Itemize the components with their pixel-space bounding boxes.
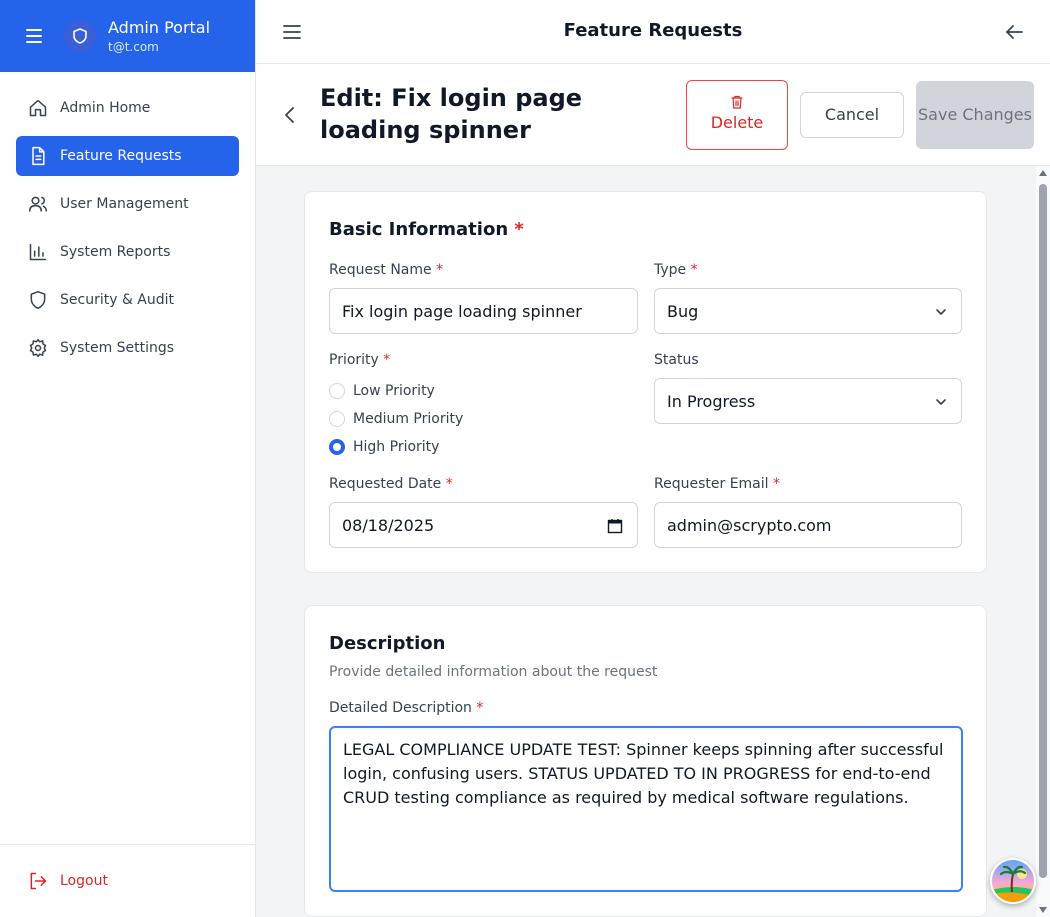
sidebar-item-label: User Management <box>60 196 189 212</box>
status-select[interactable]: In Progress <box>654 378 962 424</box>
chevron-down-icon <box>936 309 946 315</box>
arrow-left-icon[interactable] <box>1004 22 1024 42</box>
sidebar-item-admin-home[interactable]: Admin Home <box>16 88 239 128</box>
sidebar-item-label: Feature Requests <box>60 148 182 164</box>
shield-logo-icon <box>64 20 96 52</box>
page-title: Feature Requests <box>563 20 743 41</box>
scrollbar-thumb[interactable] <box>1039 184 1047 878</box>
type-label: Type * <box>654 262 698 278</box>
sidebar-nav: Admin Home Feature Requests User Managem… <box>0 72 255 392</box>
sidebar-item-system-settings[interactable]: System Settings <box>16 328 239 368</box>
edit-header: Edit: Fix login page loading spinner Del… <box>256 64 1050 166</box>
radio-label: Low Priority <box>353 383 435 399</box>
sidebar-item-label: Security & Audit <box>60 292 175 308</box>
radio-label: High Priority <box>353 439 440 455</box>
home-icon <box>29 99 47 117</box>
priority-label: Priority * <box>329 352 391 368</box>
gear-icon <box>29 338 47 358</box>
status-value: In Progress <box>667 391 756 411</box>
bar-chart-icon <box>29 243 47 261</box>
status-label: Status <box>654 352 699 368</box>
floating-assistant-avatar[interactable] <box>990 858 1036 904</box>
sidebar-header: Admin Portal t@t.com <box>0 0 255 72</box>
sidebar-item-label: System Settings <box>60 340 175 356</box>
detailed-description-label: Detailed Description * <box>329 700 484 716</box>
sidebar-item-security-audit[interactable]: Security & Audit <box>16 280 239 320</box>
type-value: Bug <box>667 301 699 321</box>
delete-button[interactable]: Delete <box>686 80 788 150</box>
scrollbar[interactable] <box>1036 166 1050 917</box>
save-changes-button[interactable]: Save Changes <box>916 81 1034 149</box>
calendar-icon[interactable] <box>607 518 623 534</box>
sidebar-item-user-management[interactable]: User Management <box>16 184 239 224</box>
required-marker: * <box>514 219 524 240</box>
sidebar-item-feature-requests[interactable]: Feature Requests <box>16 136 239 176</box>
basic-information-card: Basic Information * Request Name * Fix l… <box>304 191 987 573</box>
sidebar: Admin Portal t@t.com Admin Home Feature … <box>0 0 256 917</box>
requested-date-value: 08/18/2025 <box>342 515 435 535</box>
document-icon <box>32 146 45 166</box>
radio-circle <box>329 383 345 399</box>
chevron-left-icon[interactable] <box>282 106 298 124</box>
priority-radio-medium[interactable]: Medium Priority <box>329 411 463 427</box>
request-name-label: Request Name * <box>329 262 444 278</box>
chevron-down-icon <box>936 399 946 405</box>
request-name-input[interactable]: Fix login page loading spinner <box>329 288 638 334</box>
description-card: Description Provide detailed information… <box>304 605 987 917</box>
priority-radio-low[interactable]: Low Priority <box>329 383 435 399</box>
type-select[interactable]: Bug <box>654 288 962 334</box>
delete-label: Delete <box>710 113 764 132</box>
logout-icon <box>30 872 47 890</box>
requester-email-label: Requester Email * <box>654 476 780 492</box>
user-email: t@t.com <box>108 40 159 54</box>
app-title: Admin Portal <box>108 18 211 37</box>
scroll-down-arrow[interactable] <box>1039 907 1047 913</box>
users-icon <box>28 196 48 212</box>
form-content: Basic Information * Request Name * Fix l… <box>256 166 1050 917</box>
basic-information-title: Basic Information * <box>329 219 524 240</box>
sidebar-item-system-reports[interactable]: System Reports <box>16 232 239 272</box>
edit-title: Edit: Fix login page loading spinner <box>320 84 583 144</box>
description-title: Description <box>329 633 446 654</box>
radio-circle-selected <box>329 439 345 455</box>
detailed-description-textarea[interactable]: LEGAL COMPLIANCE UPDATE TEST: Spinner ke… <box>329 726 963 892</box>
requested-date-input[interactable]: 08/18/2025 <box>329 502 638 548</box>
description-subtitle: Provide detailed information about the r… <box>329 664 658 680</box>
sidebar-item-label: System Reports <box>60 244 171 260</box>
hamburger-menu-icon[interactable] <box>24 26 44 46</box>
logout-button[interactable]: Logout <box>0 844 255 917</box>
radio-circle <box>329 411 345 427</box>
requested-date-label: Requested Date * <box>329 476 453 492</box>
palm-tree-icon <box>992 865 1034 902</box>
radio-label: Medium Priority <box>353 411 464 427</box>
scroll-up-arrow[interactable] <box>1039 170 1047 176</box>
priority-radio-high[interactable]: High Priority <box>329 439 439 455</box>
sidebar-item-label: Admin Home <box>60 100 151 116</box>
trash-icon <box>731 95 743 109</box>
logout-label: Logout <box>60 873 108 889</box>
topbar: Feature Requests <box>256 0 1050 64</box>
shield-icon <box>30 290 46 310</box>
save-label: Save Changes <box>918 105 1032 124</box>
requester-email-input[interactable]: admin@scrypto.com <box>654 502 962 548</box>
cancel-label: Cancel <box>824 105 880 124</box>
cancel-button[interactable]: Cancel <box>800 92 904 138</box>
